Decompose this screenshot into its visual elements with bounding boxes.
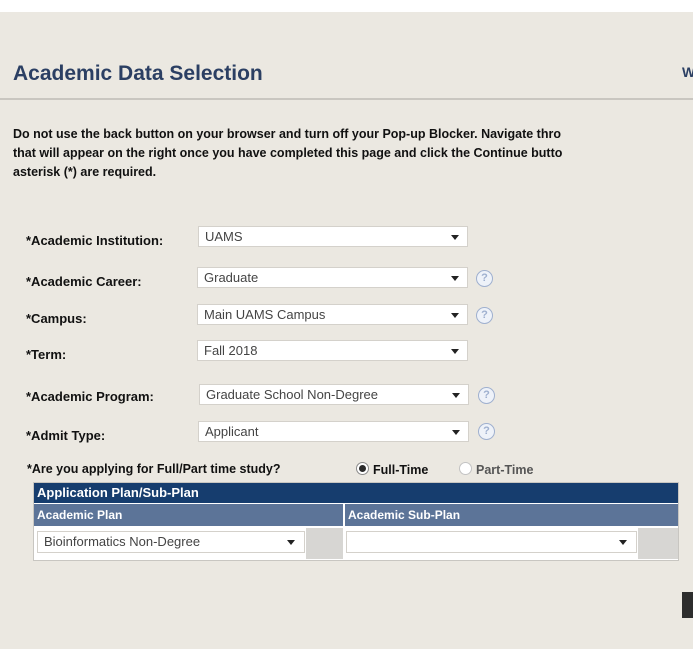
chevron-down-icon — [619, 540, 627, 545]
instruction-line-3: asterisk (*) are required. — [13, 165, 157, 179]
full-time-radio[interactable] — [356, 462, 369, 475]
instructions: Do not use the back button on your brows… — [13, 125, 693, 182]
academic-program-label: *Academic Program: — [26, 389, 154, 404]
academic-sub-plan-select[interactable] — [346, 531, 637, 553]
chevron-down-icon — [452, 393, 460, 398]
column-header-academic-sub-plan: Academic Sub-Plan — [345, 504, 678, 526]
admit-type-label: *Admit Type: — [26, 428, 106, 443]
application-plan-table: Application Plan/Sub-Plan Academic Plan … — [33, 482, 679, 561]
academic-data-selection-page: Academic Data Selection W Do not use the… — [0, 0, 693, 649]
subplan-cell-filler — [638, 528, 678, 559]
column-header-academic-plan: Academic Plan — [34, 504, 343, 526]
academic-plan-select[interactable]: Bioinformatics Non-Degree — [37, 531, 305, 553]
help-icon[interactable]: ? — [478, 423, 495, 440]
help-icon[interactable]: ? — [476, 307, 493, 324]
campus-value: Main UAMS Campus — [204, 307, 326, 322]
chevron-down-icon — [451, 349, 459, 354]
title-divider — [0, 98, 693, 100]
admit-type-select[interactable]: Applicant — [198, 421, 469, 442]
campus-label: *Campus: — [26, 311, 87, 326]
full-time-label: Full-Time — [373, 463, 429, 477]
academic-career-label: *Academic Career: — [26, 274, 142, 289]
part-time-label: Part-Time — [476, 463, 534, 477]
chevron-down-icon — [451, 235, 459, 240]
admit-type-value: Applicant — [205, 424, 259, 439]
page-title: Academic Data Selection — [13, 62, 263, 85]
full-time-option[interactable]: Full-Time — [356, 462, 428, 477]
instruction-line-2: that will appear on the right once you h… — [13, 146, 563, 160]
academic-career-select[interactable]: Graduate — [197, 267, 468, 288]
academic-institution-value: UAMS — [205, 229, 243, 244]
academic-career-value: Graduate — [204, 270, 259, 285]
term-value: Fall 2018 — [204, 343, 258, 358]
chevron-down-icon — [287, 540, 295, 545]
help-icon[interactable]: ? — [478, 387, 495, 404]
academic-program-select[interactable]: Graduate School Non-Degree — [199, 384, 469, 405]
help-icon[interactable]: ? — [476, 270, 493, 287]
chevron-down-icon — [451, 313, 459, 318]
top-strip — [0, 0, 693, 12]
academic-plan-value: Bioinformatics Non-Degree — [44, 534, 201, 549]
academic-institution-label: *Academic Institution: — [26, 233, 164, 248]
plan-cell-filler — [306, 528, 343, 559]
part-time-radio[interactable] — [459, 462, 472, 475]
header-link-fragment[interactable]: W — [682, 64, 693, 80]
study-type-question: *Are you applying for Full/Part time stu… — [27, 462, 281, 476]
part-time-option[interactable]: Part-Time — [459, 462, 533, 477]
campus-select[interactable]: Main UAMS Campus — [197, 304, 468, 325]
chevron-down-icon — [452, 430, 460, 435]
continue-button-edge[interactable] — [682, 592, 693, 618]
academic-institution-select[interactable]: UAMS — [198, 226, 468, 247]
term-label: *Term: — [26, 347, 67, 362]
instruction-line-1: Do not use the back button on your brows… — [13, 127, 561, 141]
plan-table-heading: Application Plan/Sub-Plan — [34, 483, 678, 503]
term-select[interactable]: Fall 2018 — [197, 340, 468, 361]
academic-program-value: Graduate School Non-Degree — [206, 387, 378, 402]
chevron-down-icon — [451, 276, 459, 281]
